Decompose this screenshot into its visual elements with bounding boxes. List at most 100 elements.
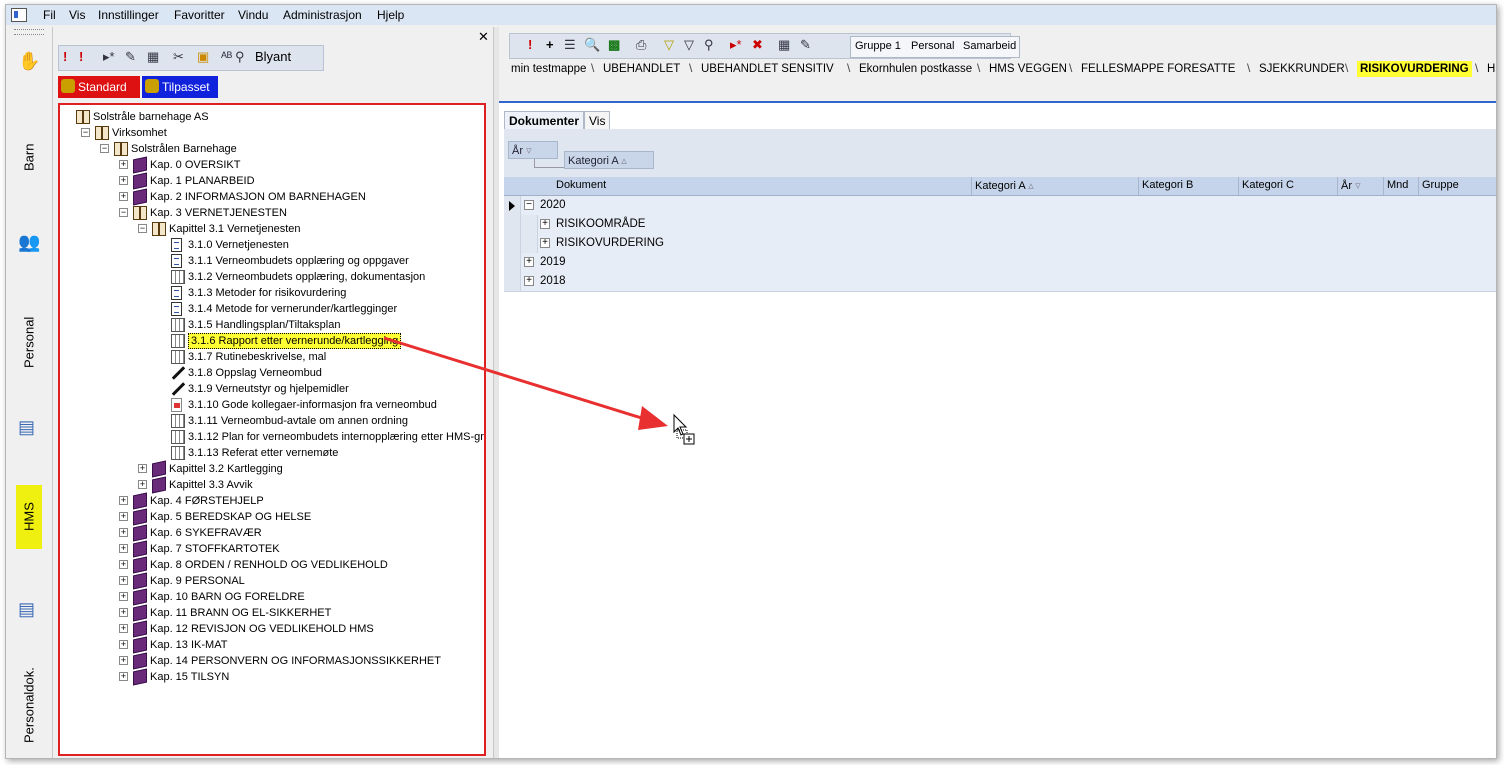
- tree-node[interactable]: 3.1.11 Verneombud-avtale om annen ordnin…: [60, 413, 484, 429]
- tab-vis[interactable]: Vis: [584, 111, 611, 131]
- tab-tilpasset[interactable]: Tilpasset: [142, 76, 218, 98]
- expand-icon[interactable]: +: [119, 592, 128, 601]
- expand-icon[interactable]: +: [119, 176, 128, 185]
- column-divider[interactable]: [1418, 177, 1419, 195]
- grouping-area[interactable]: År ▿ Kategori A ▵: [504, 129, 1496, 179]
- new-item-icon[interactable]: ▸*: [103, 49, 115, 65]
- tree-node[interactable]: 3.1.0 Vernetjenesten: [60, 237, 484, 253]
- tree-node[interactable]: + Kap. 13 IK-MAT: [60, 636, 484, 654]
- app-icon[interactable]: [11, 8, 27, 22]
- expand-icon[interactable]: +: [119, 192, 128, 201]
- folder-tab[interactable]: Ekornhulen postkasse: [859, 61, 972, 77]
- tree-node[interactable]: 3.1.6 Rapport etter vernerunde/kartleggi…: [60, 333, 484, 349]
- group-tab-samarbeid[interactable]: Samarbeid: [963, 40, 1016, 52]
- filter-icon[interactable]: ▽: [664, 37, 674, 53]
- priority-icon[interactable]: !: [63, 49, 67, 65]
- tree-node[interactable]: + Kap. 0 OVERSIKT: [60, 156, 484, 174]
- tree-node[interactable]: + Kap. 6 SYKEFRAVÆR: [60, 524, 484, 542]
- tree-node[interactable]: + Kap. 14 PERSONVERN OG INFORMASJONSSIKKE…: [60, 652, 484, 670]
- grid-group-row[interactable]: +2019: [504, 253, 1496, 273]
- sidebar-item-personal[interactable]: Personal: [16, 287, 42, 397]
- menu-fil[interactable]: Fil: [43, 8, 56, 22]
- collapse-icon[interactable]: −: [138, 224, 147, 233]
- tree-node[interactable]: + Kap. 12 REVISJON OG VEDLIKEHOLD HMS: [60, 620, 484, 638]
- tree-node[interactable]: + Kap. 9 PERSONAL: [60, 572, 484, 590]
- group-tab-personal[interactable]: Personal: [911, 40, 954, 52]
- tree-node[interactable]: 3.1.8 Oppslag Verneombud: [60, 365, 484, 381]
- tree-node[interactable]: + Kapittel 3.2 Kartlegging: [60, 460, 484, 478]
- group-tab-gruppe-1[interactable]: Gruppe 1: [855, 40, 901, 52]
- tree-node[interactable]: 3.1.9 Verneutstyr og hjelpemidler: [60, 381, 484, 397]
- priority-all-icon[interactable]: !: [79, 49, 83, 65]
- tree-node[interactable]: + Kap. 7 STOFFKARTOTEK: [60, 540, 484, 558]
- column-divider[interactable]: [1337, 177, 1338, 195]
- expand-icon[interactable]: +: [119, 544, 128, 553]
- collapse-icon[interactable]: −: [524, 200, 534, 210]
- tree-node[interactable]: 3.1.3 Metoder for risikovurdering: [60, 285, 484, 301]
- preview-icon[interactable]: 🔍: [584, 37, 600, 53]
- tab-dokumenter[interactable]: Dokumenter: [504, 111, 585, 131]
- pencil-button[interactable]: Blyant: [255, 49, 291, 65]
- tree-node[interactable]: + Kap. 15 TILSYN: [60, 668, 484, 686]
- tree-node[interactable]: 3.1.7 Rutinebeskrivelse, mal: [60, 349, 484, 365]
- expand-icon[interactable]: +: [119, 624, 128, 633]
- tree-node[interactable]: + Kapittel 3.3 Avvik: [60, 476, 484, 494]
- row-indicator[interactable]: [504, 253, 521, 272]
- grid-group-row[interactable]: +2018: [504, 272, 1496, 292]
- sidebar-item-barn[interactable]: Barn: [16, 117, 42, 197]
- spellcheck-icon[interactable]: ᴬᴮ: [221, 49, 232, 65]
- expand-icon[interactable]: +: [119, 160, 128, 169]
- priority-icon[interactable]: !: [528, 37, 532, 53]
- tree-node[interactable]: − Kap. 3 VERNETJENESTEN: [60, 205, 484, 221]
- column-kategori-a[interactable]: Kategori A ▵: [975, 179, 1034, 192]
- collapse-icon[interactable]: −: [100, 144, 109, 153]
- folder-tab[interactable]: HM: [1487, 61, 1496, 77]
- tree-node[interactable]: 3.1.1 Verneombudets opplæring og oppgave…: [60, 253, 484, 269]
- column-kategori-c[interactable]: Kategori C: [1242, 179, 1294, 191]
- menu-administrasjon[interactable]: Administrasjon: [283, 8, 362, 22]
- row-indicator[interactable]: [504, 196, 521, 215]
- tree-node[interactable]: + Kap. 4 FØRSTEHJELP: [60, 492, 484, 510]
- expand-icon[interactable]: +: [138, 464, 147, 473]
- tab-standard[interactable]: Standard: [58, 76, 140, 98]
- filter-clear-icon[interactable]: ▽: [684, 37, 694, 53]
- folder-tab[interactable]: FELLESMAPPE FORESATTE: [1081, 61, 1235, 77]
- row-indicator[interactable]: [504, 234, 521, 253]
- menu-hjelp[interactable]: Hjelp: [377, 8, 404, 22]
- properties-icon[interactable]: ▦: [147, 49, 159, 65]
- properties-icon[interactable]: ▦: [778, 37, 790, 53]
- expand-icon[interactable]: +: [119, 656, 128, 665]
- binoculars-icon[interactable]: ⚲: [235, 49, 245, 65]
- print-icon[interactable]: ⎙: [636, 37, 646, 53]
- expand-icon[interactable]: +: [119, 512, 128, 521]
- sidebar-grip[interactable]: [14, 29, 44, 35]
- row-indicator[interactable]: [504, 272, 521, 291]
- expand-icon[interactable]: +: [540, 238, 550, 248]
- folder-tab[interactable]: UBEHANDLET SENSITIV: [701, 61, 834, 77]
- tree-node[interactable]: − Virksomhet: [60, 125, 484, 141]
- expand-icon[interactable]: +: [540, 219, 550, 229]
- menu-vindu[interactable]: Vindu: [238, 8, 268, 22]
- expand-icon[interactable]: +: [119, 672, 128, 681]
- sidebar-item-personaldok[interactable]: Personaldok.: [16, 655, 42, 755]
- tree-node[interactable]: + Kap. 1 PLANARBEID: [60, 172, 484, 190]
- tree-node[interactable]: 3.1.4 Metode for vernerunder/kartlegging…: [60, 301, 484, 317]
- new-item-icon[interactable]: ▸*: [730, 37, 742, 53]
- tree-node[interactable]: − Kapittel 3.1 Vernetjenesten: [60, 221, 484, 237]
- expand-icon[interactable]: +: [119, 640, 128, 649]
- expand-icon[interactable]: +: [119, 496, 128, 505]
- folder-tab[interactable]: RISIKOVURDERING: [1357, 61, 1472, 77]
- sidebar-item-hms[interactable]: HMS: [16, 485, 42, 549]
- tree-node[interactable]: 3.1.12 Plan for verneombudets internoppl…: [60, 429, 484, 445]
- column-mnd[interactable]: Mnd: [1387, 179, 1408, 191]
- tree-node[interactable]: + Kap. 2 INFORMASJON OM BARNEHAGEN: [60, 188, 484, 206]
- folder-icon[interactable]: ▣: [197, 49, 209, 65]
- binoculars-icon[interactable]: ⚲: [704, 37, 714, 53]
- grid-group-row[interactable]: + RISIKOVURDERING: [504, 234, 1496, 254]
- row-indicator[interactable]: [504, 215, 521, 234]
- menu-innstillinger[interactable]: Innstillinger: [98, 8, 159, 22]
- tree-node[interactable]: + Kap. 10 BARN OG FORELDRE: [60, 588, 484, 606]
- close-panel-icon[interactable]: ✕: [478, 29, 489, 45]
- expand-icon[interactable]: +: [524, 257, 534, 267]
- folder-tab[interactable]: SJEKKRUNDER: [1259, 61, 1345, 77]
